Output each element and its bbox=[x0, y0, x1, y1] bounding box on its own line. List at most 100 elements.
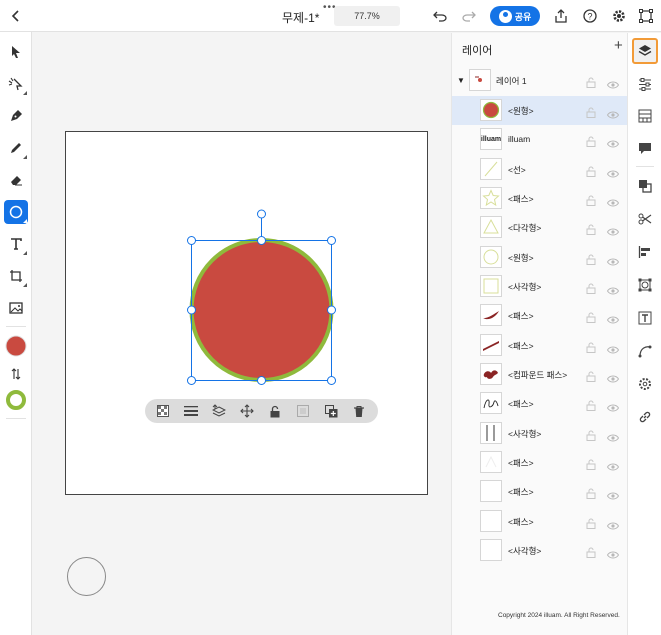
layer-thumbnail bbox=[480, 538, 502, 561]
lock-icon[interactable] bbox=[586, 75, 596, 88]
visibility-eye-icon[interactable] bbox=[606, 341, 620, 354]
layer-row[interactable]: <패스> bbox=[452, 331, 628, 360]
visibility-eye-icon[interactable] bbox=[606, 223, 620, 236]
lock-icon[interactable] bbox=[586, 310, 596, 324]
layer-row[interactable]: <사각형> bbox=[452, 536, 628, 565]
layer-name: illuam bbox=[508, 134, 531, 145]
layer-name: <사각형> bbox=[508, 282, 542, 292]
touch-shortcut-circle[interactable] bbox=[67, 557, 106, 596]
move-icon[interactable] bbox=[240, 404, 254, 418]
visibility-eye-icon[interactable] bbox=[606, 429, 620, 442]
layer-thumbnail bbox=[480, 480, 502, 503]
layer-name: <패스> bbox=[508, 399, 534, 410]
visibility-eye-icon[interactable] bbox=[606, 76, 620, 89]
lock-icon[interactable] bbox=[586, 105, 596, 118]
libraries-icon[interactable] bbox=[635, 106, 655, 126]
visibility-eye-icon[interactable] bbox=[606, 487, 620, 500]
comments-icon[interactable] bbox=[635, 138, 655, 158]
lock-icon[interactable] bbox=[586, 252, 596, 265]
layer-thumbnail bbox=[480, 363, 502, 385]
layer-row[interactable]: <다각형> bbox=[452, 213, 628, 242]
align-left-icon[interactable] bbox=[635, 242, 655, 262]
lock-icon[interactable] bbox=[586, 134, 596, 148]
right-rail bbox=[627, 33, 661, 635]
layer-row[interactable]: <컴파운드 패스> bbox=[452, 360, 628, 389]
visibility-eye-icon[interactable] bbox=[606, 194, 620, 207]
layer-name: <패스> bbox=[508, 311, 534, 322]
layers-panel-icon[interactable] bbox=[632, 38, 658, 64]
clip-mask-icon[interactable] bbox=[296, 404, 310, 418]
lock-icon[interactable] bbox=[586, 193, 596, 206]
layer-name: <다각형> bbox=[508, 223, 542, 234]
duplicate-icon[interactable] bbox=[324, 404, 338, 418]
layer-name: <원형> bbox=[508, 252, 534, 263]
visibility-eye-icon[interactable] bbox=[606, 399, 620, 412]
layer-row[interactable]: <패스> bbox=[452, 448, 628, 477]
visibility-eye-icon[interactable] bbox=[606, 517, 620, 530]
layer-row[interactable]: illuam illuam bbox=[452, 125, 628, 154]
layer-row[interactable]: <원형> bbox=[452, 96, 628, 125]
layer-row[interactable]: <패스> bbox=[452, 507, 628, 536]
layer-row[interactable]: <패스> bbox=[452, 389, 628, 418]
layer-thumbnail bbox=[480, 216, 502, 239]
layer-thumb-text: illuam bbox=[480, 135, 502, 143]
layer-name: <패스> bbox=[508, 194, 534, 204]
layer-name: <패스> bbox=[508, 516, 534, 527]
layer-row[interactable]: <패스> bbox=[452, 184, 628, 213]
arrange-layers-icon[interactable] bbox=[212, 404, 226, 418]
opacity-checker-icon[interactable] bbox=[156, 404, 170, 418]
properties-sliders-icon[interactable] bbox=[635, 74, 655, 94]
layer-name: 레이어 1 bbox=[496, 76, 527, 86]
layer-row[interactable]: <선> bbox=[452, 155, 628, 184]
path-curve-icon[interactable] bbox=[635, 341, 655, 361]
lock-icon[interactable] bbox=[586, 516, 596, 529]
lock-icon[interactable] bbox=[586, 340, 596, 353]
lock-icon[interactable] bbox=[586, 222, 596, 236]
layer-thumbnail bbox=[480, 99, 502, 121]
visibility-eye-icon[interactable] bbox=[606, 546, 620, 559]
lock-icon[interactable] bbox=[586, 545, 596, 558]
layer-thumbnail bbox=[480, 157, 502, 180]
layer-thumbnail bbox=[480, 187, 502, 209]
layer-thumbnail bbox=[469, 69, 491, 91]
visibility-eye-icon[interactable] bbox=[606, 370, 620, 383]
lock-icon[interactable] bbox=[586, 369, 596, 382]
transform-bounds-icon[interactable] bbox=[635, 275, 655, 295]
layers-panel-title: 레이어 bbox=[462, 45, 493, 57]
visibility-eye-icon[interactable] bbox=[606, 311, 620, 324]
lock-icon[interactable] bbox=[586, 457, 596, 470]
stroke-weight-icon[interactable] bbox=[184, 404, 198, 418]
visibility-eye-icon[interactable] bbox=[606, 458, 620, 471]
links-chain-icon[interactable] bbox=[635, 407, 655, 427]
lock-icon[interactable] bbox=[586, 398, 596, 412]
lock-icon[interactable] bbox=[586, 428, 596, 441]
lock-icon[interactable] bbox=[586, 281, 596, 294]
layer-row-parent[interactable]: ▼ 레이어 1 bbox=[452, 66, 628, 95]
layer-row[interactable]: <사각형> bbox=[452, 272, 628, 301]
layer-name: <패스> bbox=[508, 487, 534, 498]
rail-divider bbox=[636, 166, 654, 167]
layer-row[interactable]: <사각형> bbox=[452, 419, 628, 448]
appearance-effects-icon[interactable] bbox=[635, 374, 655, 394]
layer-thumbnail bbox=[480, 304, 502, 327]
layer-row[interactable]: <패스> bbox=[452, 301, 628, 330]
layer-row[interactable]: <원형> bbox=[452, 243, 628, 272]
character-type-icon[interactable] bbox=[635, 308, 655, 328]
disclosure-triangle-icon[interactable]: ▼ bbox=[457, 76, 465, 85]
scissors-icon[interactable] bbox=[635, 209, 655, 229]
visibility-eye-icon[interactable] bbox=[606, 282, 620, 295]
visibility-eye-icon[interactable] bbox=[606, 135, 620, 148]
add-layer-plus-icon[interactable]: + bbox=[614, 37, 623, 54]
visibility-eye-icon[interactable] bbox=[606, 253, 620, 266]
lock-icon[interactable] bbox=[586, 486, 596, 500]
delete-trash-icon[interactable] bbox=[352, 404, 366, 418]
layer-thumbnail bbox=[480, 451, 502, 473]
pathfinder-icon[interactable] bbox=[635, 176, 655, 196]
layer-row[interactable]: <패스> bbox=[452, 477, 628, 506]
visibility-eye-icon[interactable] bbox=[606, 106, 620, 119]
lock-icon[interactable] bbox=[268, 404, 282, 418]
lock-icon[interactable] bbox=[586, 164, 596, 177]
visibility-eye-icon[interactable] bbox=[606, 165, 620, 178]
layer-name: <사각형> bbox=[508, 428, 542, 439]
layer-name: <사각형> bbox=[508, 545, 542, 556]
